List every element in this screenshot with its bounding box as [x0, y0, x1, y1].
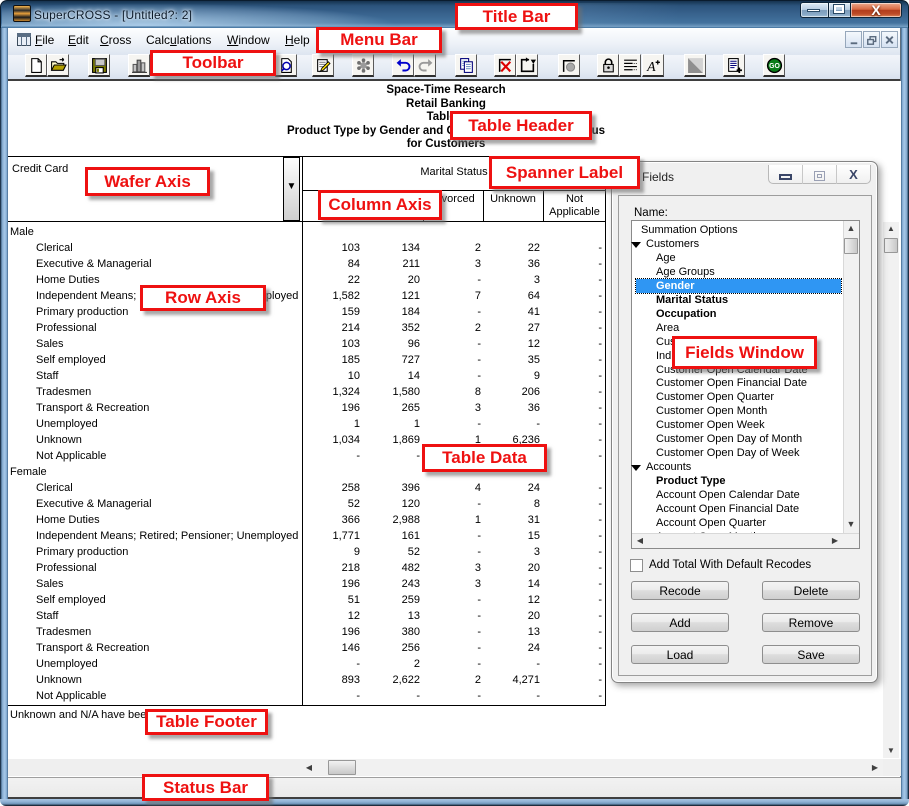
- svg-text:GO: GO: [769, 63, 780, 70]
- svg-text:A: A: [646, 58, 656, 73]
